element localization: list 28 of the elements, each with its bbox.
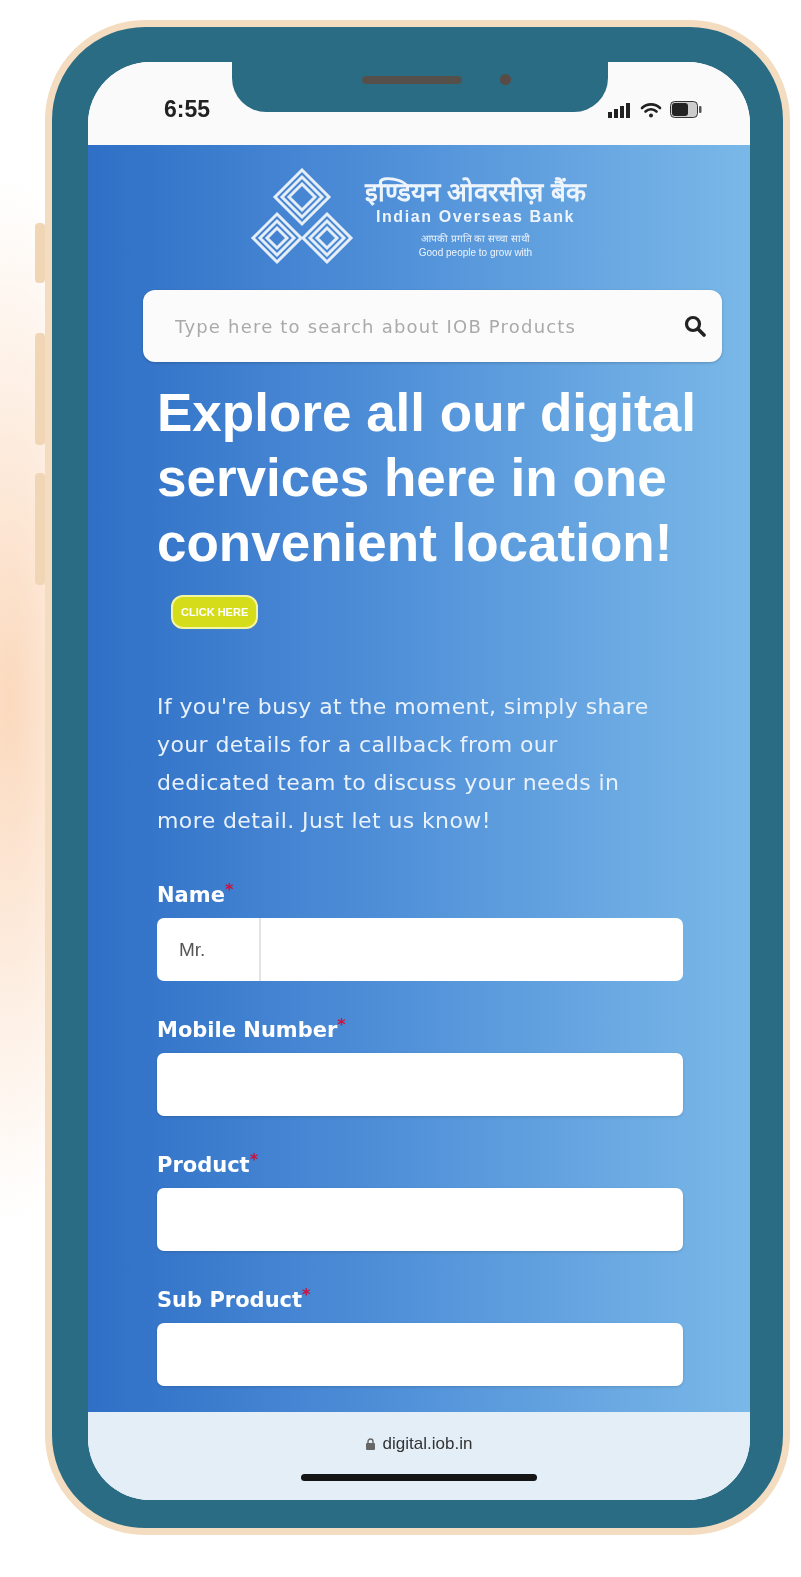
input-field[interactable] [157, 1323, 683, 1386]
status-time: 6:55 [164, 96, 211, 123]
field-label: Sub Product [157, 1287, 303, 1313]
page-heading: Explore all our digital services here in one convenient location! [157, 383, 696, 572]
intro-text: If you're busy at the moment, simply share your details for a callback from our dedicated team to discuss your needs in more detail. Just let us know! [157, 693, 650, 835]
lock-icon [365, 1438, 375, 1450]
search-icon [684, 315, 706, 337]
tagline-hindi: आपकी प्रगति का सच्चा साथी [420, 231, 531, 246]
title-select[interactable]: Mr. [157, 918, 261, 981]
wifi-icon [640, 101, 662, 118]
battery-icon [670, 101, 702, 118]
input-field[interactable] [157, 1188, 683, 1251]
tagline: Good people to grow with [418, 246, 533, 259]
name-input[interactable] [261, 918, 683, 981]
field-label: Mobile Number [157, 1017, 338, 1043]
required-mark: * [249, 1152, 259, 1168]
bank-name-hindi: इण्डियन ओवरसीज़ बैंक [365, 176, 586, 207]
field-label: Name [157, 882, 225, 908]
required-mark: * [302, 1287, 311, 1303]
input-field[interactable] [157, 1053, 683, 1116]
required-mark: * [224, 882, 234, 898]
required-mark: * [337, 1017, 346, 1033]
signal-icon [608, 101, 632, 118]
bank-name: Indian Overseas Bank [375, 206, 576, 227]
url-text[interactable]: digital.iob.in [382, 1434, 473, 1454]
field-label: Product [157, 1152, 250, 1178]
home-indicator[interactable] [301, 1474, 537, 1481]
search-field[interactable]: Type here to search about IOB Products [143, 290, 722, 362]
